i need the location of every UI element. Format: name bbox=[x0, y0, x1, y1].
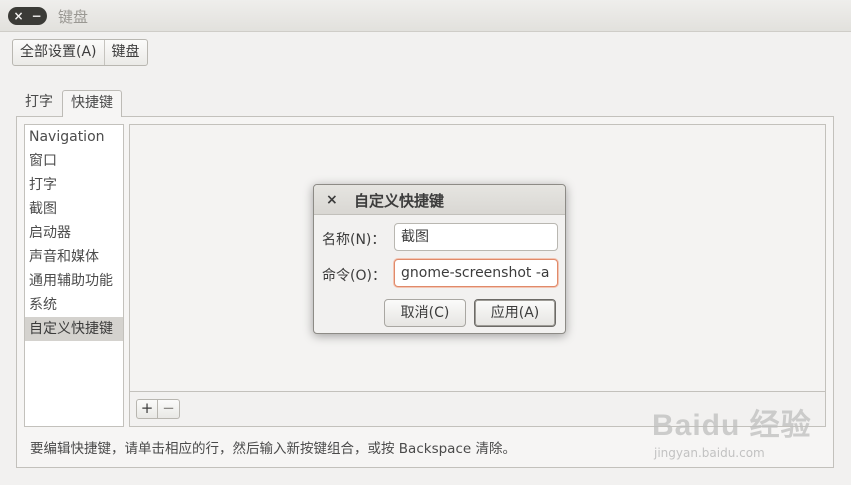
category-item-screenshots[interactable]: 截图 bbox=[25, 197, 123, 221]
category-item-typing[interactable]: 打字 bbox=[25, 173, 123, 197]
apply-button[interactable]: 应用(A) bbox=[474, 299, 556, 327]
tab-shortcuts[interactable]: 快捷键 bbox=[62, 90, 122, 117]
category-item-system[interactable]: 系统 bbox=[25, 293, 123, 317]
watermark: Baidu 经验 jingyan.baidu.com bbox=[652, 400, 812, 470]
watermark-url: jingyan.baidu.com bbox=[654, 446, 765, 460]
title-bar: × − 键盘 bbox=[0, 0, 851, 32]
name-input[interactable]: 截图 bbox=[394, 223, 558, 251]
category-item-navigation[interactable]: Navigation bbox=[25, 125, 123, 149]
breadcrumb: 全部设置(A) 键盘 bbox=[12, 39, 148, 66]
command-input[interactable]: gnome-screenshot -a bbox=[394, 259, 558, 287]
dialog-close-icon[interactable]: × bbox=[326, 191, 338, 209]
cancel-button[interactable]: 取消(C) bbox=[384, 299, 466, 327]
window-title: 键盘 bbox=[58, 8, 89, 26]
breadcrumb-all-settings[interactable]: 全部设置(A) bbox=[13, 40, 105, 65]
shortcut-hint-text: 要编辑快捷键，请单击相应的行，然后输入新按键组合，或按 Backspace 清除… bbox=[30, 441, 516, 457]
category-item-accessibility[interactable]: 通用辅助功能 bbox=[25, 269, 123, 293]
dialog-title-bar: × 自定义快捷键 bbox=[314, 185, 565, 215]
breadcrumb-keyboard[interactable]: 键盘 bbox=[105, 40, 147, 65]
name-label: 名称(N)： bbox=[322, 232, 386, 248]
remove-shortcut-button[interactable]: − bbox=[158, 399, 180, 419]
category-item-windows[interactable]: 窗口 bbox=[25, 149, 123, 173]
window-minimize-icon[interactable]: − bbox=[27, 7, 46, 25]
keyboard-settings-window: × − 键盘 全部设置(A) 键盘 打字 快捷键 Navigation 窗口 打… bbox=[0, 0, 851, 485]
add-shortcut-button[interactable]: + bbox=[136, 399, 158, 419]
window-controls: × − bbox=[8, 7, 47, 25]
category-item-sound-media[interactable]: 声音和媒体 bbox=[25, 245, 123, 269]
category-item-launchers[interactable]: 启动器 bbox=[25, 221, 123, 245]
shortcut-category-list: Navigation 窗口 打字 截图 启动器 声音和媒体 通用辅助功能 系统 … bbox=[24, 124, 124, 427]
command-label: 命令(O)： bbox=[322, 268, 386, 284]
category-item-custom-shortcuts[interactable]: 自定义快捷键 bbox=[25, 317, 123, 341]
custom-shortcut-dialog: × 自定义快捷键 名称(N)： 截图 命令(O)： gnome-screensh… bbox=[313, 184, 566, 334]
tab-typing[interactable]: 打字 bbox=[17, 90, 61, 117]
window-close-icon[interactable]: × bbox=[9, 7, 28, 25]
watermark-logo: Baidu 经验 bbox=[652, 409, 812, 442]
dialog-title: 自定义快捷键 bbox=[354, 192, 445, 210]
